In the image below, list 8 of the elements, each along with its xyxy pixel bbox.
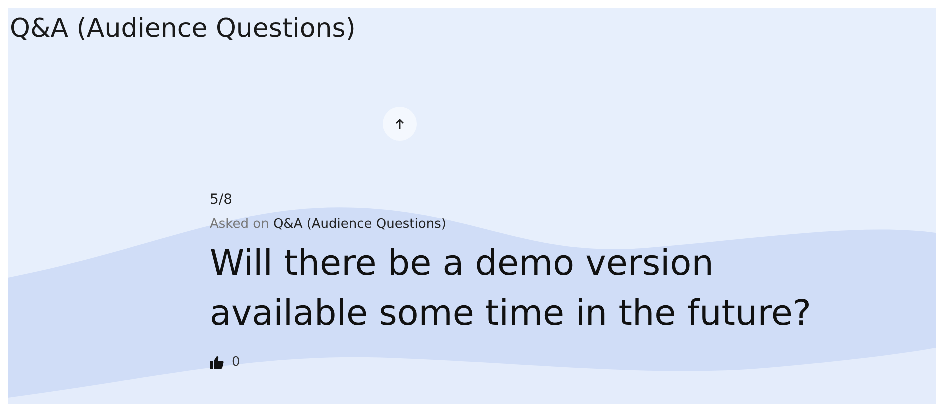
page-title: Q&A (Audience Questions) <box>9 13 357 46</box>
question-text: Will there be a demo version available some time in the future? <box>210 243 812 336</box>
asked-on-label: Asked on Q&A (Audience Questions) <box>210 217 446 232</box>
thumbs-up-icon <box>210 356 224 370</box>
arrow-up-icon <box>395 118 405 130</box>
like-count: 0 <box>232 354 240 372</box>
question-counter: 5/8 <box>210 192 233 208</box>
scroll-up-button[interactable] <box>383 107 417 141</box>
